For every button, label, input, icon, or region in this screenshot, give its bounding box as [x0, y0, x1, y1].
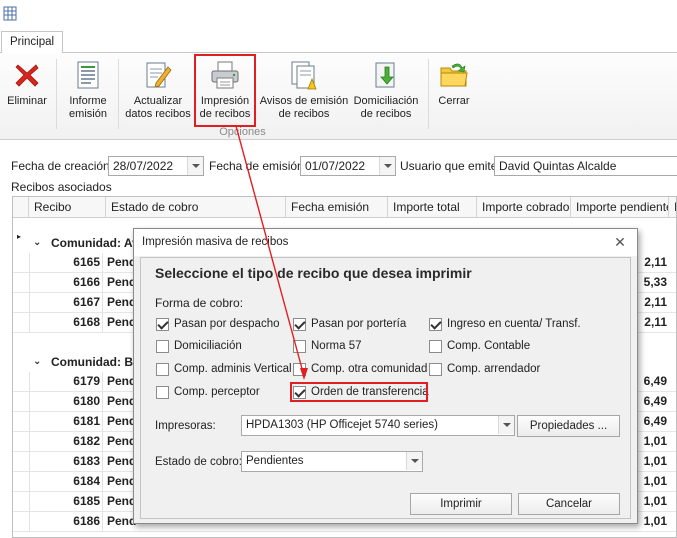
header-fecha-emision[interactable]: Fecha emisión — [286, 197, 388, 217]
checkbox-box[interactable] — [293, 318, 306, 331]
collapse-chevron-icon[interactable]: ⌄ — [33, 352, 41, 372]
chevron-down-icon[interactable] — [406, 452, 422, 470]
usuario-field[interactable]: David Quintas Alcalde — [494, 156, 677, 176]
checkbox-box[interactable] — [429, 340, 442, 353]
header-importe-cobrado[interactable]: Importe cobrado — [477, 197, 571, 217]
impresoras-label: Impresoras: — [155, 420, 216, 432]
close-icon[interactable]: ✕ — [611, 233, 629, 251]
folder-close-icon — [440, 63, 468, 87]
dialog-heading: Seleccione el tipo de recibo que desea i… — [155, 265, 472, 281]
ribbon-group-label: Opciones — [219, 126, 266, 138]
actualizar-datos-button[interactable]: Actualizar datos recibos — [124, 57, 192, 127]
header-estado-cobro[interactable]: Estado de cobro — [106, 197, 286, 217]
highlight-box — [194, 54, 256, 127]
eliminar-button[interactable]: Eliminar — [4, 57, 50, 127]
header-importe-total[interactable]: Importe total — [388, 197, 477, 217]
domiciliacion-button[interactable]: Domiciliación de recibos — [352, 57, 420, 127]
header-indicator — [13, 197, 29, 217]
ribbon-toolbar: Eliminar Informe emisión Actualizar dato… — [0, 52, 677, 140]
recibos-asociados-label: Recibos asociados — [11, 180, 112, 194]
ribbon-separator — [118, 59, 119, 129]
checkbox-box[interactable] — [156, 386, 169, 399]
usuario-label: Usuario que emite: — [400, 159, 501, 173]
header-recibo[interactable]: Recibo — [29, 197, 106, 217]
checkbox-box[interactable] — [156, 340, 169, 353]
avisos-emision-button[interactable]: Avisos de emisión de recibos — [258, 57, 350, 127]
checkbox-box[interactable] — [293, 340, 306, 353]
notice-icon — [291, 61, 317, 90]
collapse-chevron-icon[interactable]: ⌄ — [33, 233, 41, 253]
ribbon-separator — [428, 59, 429, 129]
edit-document-icon — [146, 62, 172, 88]
header-importe-pendiente[interactable]: Importe pendiente — [571, 197, 669, 217]
chevron-down-icon[interactable] — [498, 416, 514, 434]
cerrar-button[interactable]: Cerrar — [432, 57, 476, 127]
grid-header: Recibo Estado de cobro Fecha emisión Imp… — [13, 197, 676, 218]
dialog-body: Seleccione el tipo de recibo que desea i… — [140, 257, 631, 519]
propiedades-button[interactable]: Propiedades ... — [517, 415, 620, 437]
report-icon — [77, 61, 99, 89]
dialog-title: Impresión masiva de recibos — [142, 236, 289, 248]
fecha-creacion-label: Fecha de creación: — [11, 159, 114, 173]
header-truncated[interactable]: I — [669, 197, 676, 217]
tab-principal[interactable]: Principal — [1, 31, 63, 53]
fecha-emision-field[interactable]: 01/07/2022 — [300, 156, 396, 176]
app-grid-icon — [3, 6, 17, 21]
estado-cobro-label: Estado de cobro: — [155, 456, 242, 468]
impresion-masiva-dialog: Impresión masiva de recibos ✕ Seleccione… — [133, 228, 638, 524]
impresoras-select[interactable]: HPDA1303 (HP Officejet 5740 series) — [241, 415, 515, 436]
cancelar-button[interactable]: Cancelar — [518, 493, 620, 515]
informe-emision-button[interactable]: Informe emisión — [62, 57, 114, 127]
fecha-emision-label: Fecha de emisión: — [209, 159, 308, 173]
chevron-down-icon[interactable] — [187, 157, 203, 175]
title-bar — [0, 0, 677, 30]
forma-cobro-label: Forma de cobro: — [155, 296, 244, 310]
download-document-icon — [375, 62, 395, 88]
checkbox-box[interactable] — [156, 318, 169, 331]
checkbox-box[interactable] — [429, 318, 442, 331]
ribbon-separator — [56, 59, 57, 129]
checkbox-box[interactable] — [156, 363, 169, 376]
highlight-box — [290, 382, 428, 402]
chevron-down-icon[interactable] — [379, 157, 395, 175]
delete-x-icon — [15, 64, 39, 87]
dialog-title-bar: Impresión masiva de recibos ✕ — [134, 229, 637, 256]
imprimir-button[interactable]: Imprimir — [410, 493, 512, 515]
checkbox-box[interactable] — [429, 363, 442, 376]
fecha-creacion-field[interactable]: 28/07/2022 — [108, 156, 204, 176]
estado-cobro-select[interactable]: Pendientes — [241, 451, 423, 472]
checkbox-box[interactable] — [293, 363, 306, 376]
